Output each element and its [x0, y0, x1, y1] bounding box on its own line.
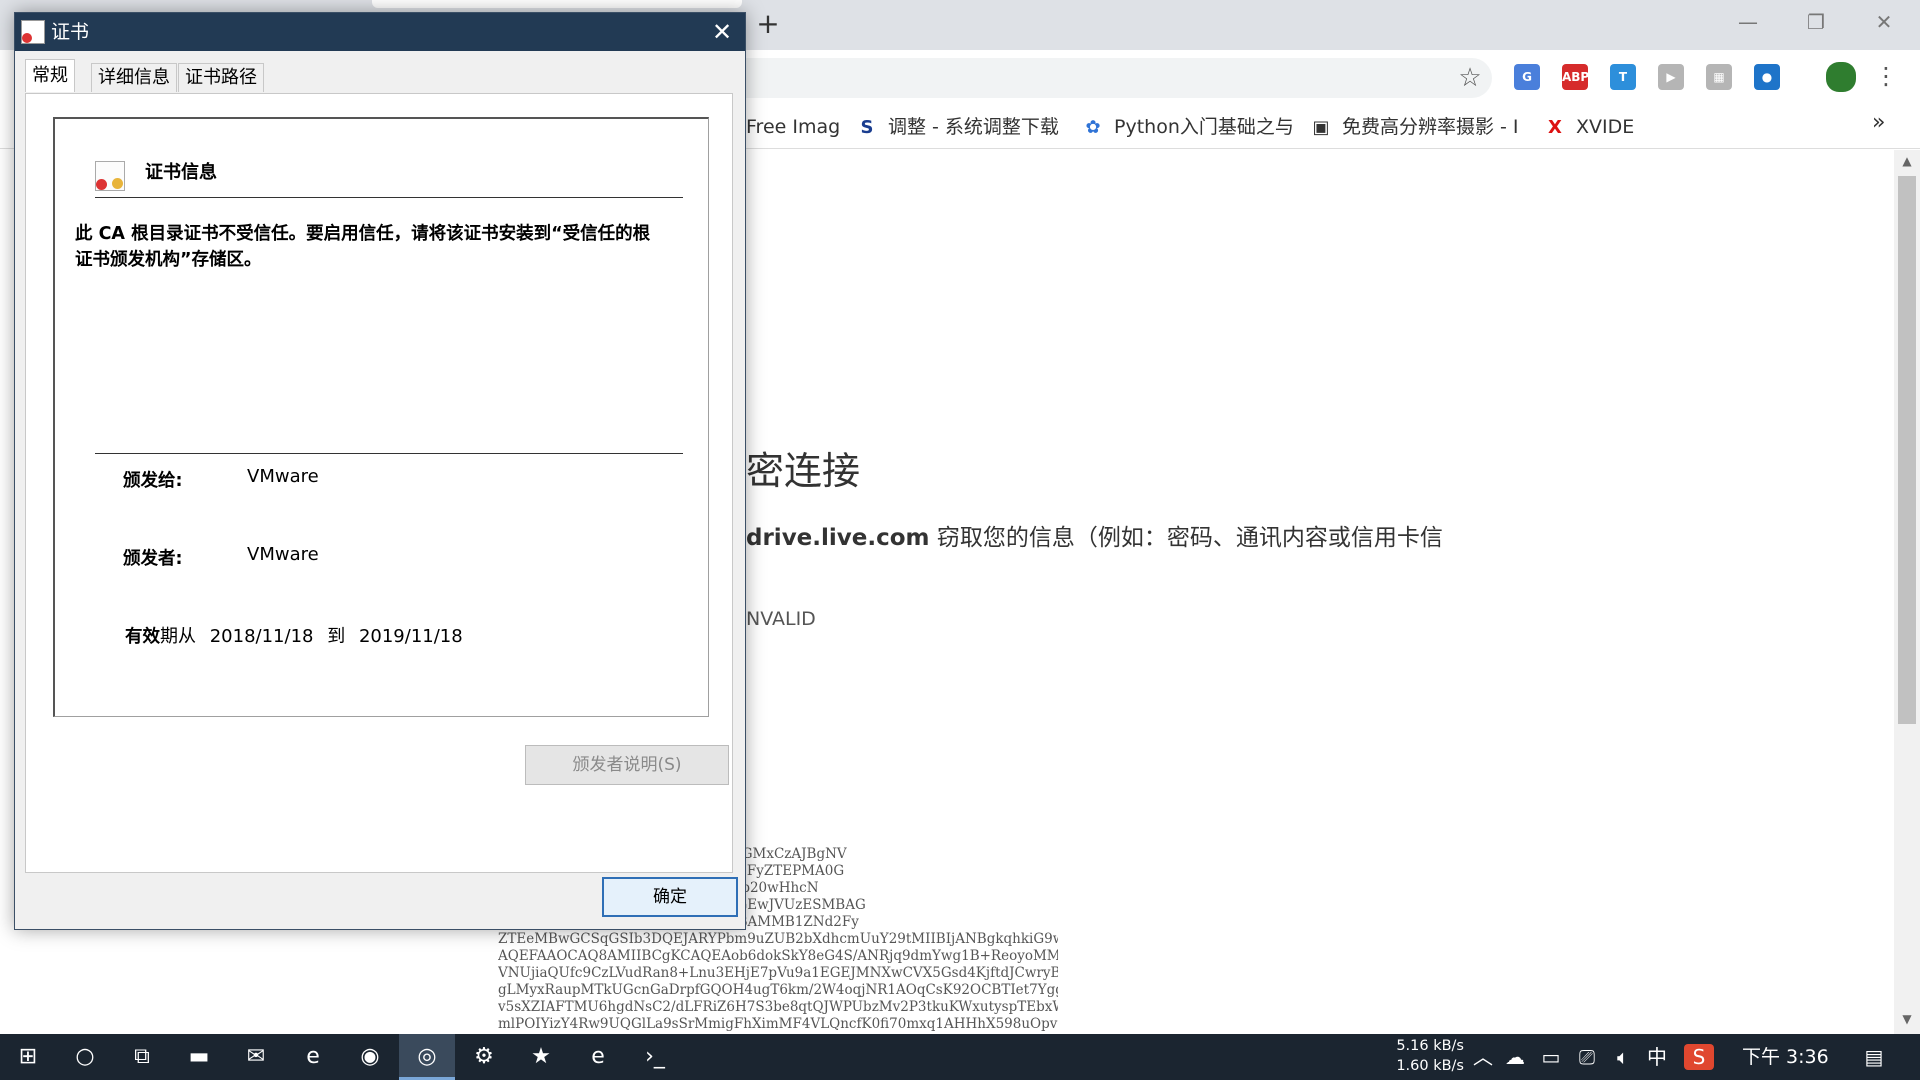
onedrive-icon[interactable]: ☁: [1500, 1034, 1530, 1080]
info-title-divider: [95, 197, 683, 198]
ie-app[interactable]: e: [285, 1034, 341, 1080]
net-down-speed: 1.60 kB/s: [1396, 1058, 1464, 1074]
bookmark-item[interactable]: Free Imag: [746, 112, 840, 142]
certificate-title-icon: [21, 20, 45, 44]
chrome-app[interactable]: ◎: [399, 1034, 455, 1080]
bookmark-favicon-icon: X: [1548, 116, 1562, 138]
valid-to-date: 2019/11/18: [358, 626, 463, 647]
store-app[interactable]: ★: [513, 1034, 569, 1080]
trust-message: 此 CA 根目录证书不受信任。要启用信任，请将该证书安装到“受信任的根证书颁发机…: [75, 224, 651, 270]
cortana-button[interactable]: ○: [57, 1034, 113, 1080]
bookmark-item[interactable]: S 调整 - 系统调整下载: [856, 112, 1059, 142]
page-subtitle-text: 窃取您的信息（例如：密码、通讯内容或信用卡信: [929, 525, 1443, 551]
certificate-dialog: 证书 ✕ 常规 详细信息 证书路径 证书信息 此 CA 根目录证书不受信任。要启…: [14, 12, 746, 930]
issued-to-value: VMware: [247, 466, 319, 487]
minimize-button[interactable]: —: [1718, 4, 1778, 40]
volume-icon[interactable]: 🔈︎: [1608, 1034, 1638, 1080]
battery-icon[interactable]: ▭: [1536, 1034, 1566, 1080]
tray-expand-icon[interactable]: ︿: [1468, 1034, 1498, 1080]
dialog-titlebar[interactable]: [15, 13, 745, 51]
bookmark-star-icon[interactable]: ☆: [1454, 62, 1486, 94]
file-explorer-app[interactable]: ▬: [171, 1034, 227, 1080]
ime-chinese-icon[interactable]: 中: [1642, 1034, 1672, 1080]
bookmark-label: 免费高分辨率摄影 - I: [1342, 116, 1519, 138]
bookmark-favicon-icon: S: [860, 116, 874, 138]
edge-app[interactable]: e: [570, 1034, 626, 1080]
issued-by-label: 颁发者:: [123, 549, 183, 569]
bookmark-favicon-icon: ✿: [1085, 116, 1101, 138]
adblock-plus-icon[interactable]: ABP: [1562, 64, 1589, 90]
powershell-app[interactable]: ›_: [627, 1034, 683, 1080]
error-code[interactable]: NVALID: [746, 608, 816, 630]
valid-to-word: 到: [327, 626, 346, 647]
validity-label-rest: 期从: [160, 626, 196, 647]
certificate-warning-icon: [95, 161, 125, 191]
network-speed-monitor: 5.16 kB/s 1.60 kB/s: [1390, 1036, 1464, 1076]
settings-app[interactable]: ⚙: [456, 1034, 512, 1080]
address-bar[interactable]: [740, 58, 1492, 98]
new-tab-button[interactable]: +: [752, 6, 784, 42]
text-extension-icon[interactable]: T: [1610, 64, 1636, 90]
play-extension-icon[interactable]: ▶: [1658, 64, 1684, 90]
issued-by-value: VMware: [247, 544, 319, 565]
bookmark-label: Python入门基础之与: [1114, 116, 1294, 138]
network-icon[interactable]: ⎚: [1572, 1034, 1602, 1080]
taskbar-clock[interactable]: 下午 3:36: [1742, 1034, 1829, 1080]
bookmark-item[interactable]: ▣ 免费高分辨率摄影 - I: [1310, 112, 1519, 142]
bookmark-label: XVIDE: [1576, 116, 1635, 138]
maximize-button[interactable]: ❐: [1786, 4, 1846, 40]
tab-cert-path[interactable]: 证书路径: [178, 63, 264, 92]
fields-divider: [95, 453, 683, 454]
page-heading: 密连接: [746, 449, 861, 493]
net-up-speed: 5.16 kB/s: [1396, 1038, 1464, 1054]
page-subtitle: drive.live.com 窃取您的信息（例如：密码、通讯内容或信用卡信: [746, 518, 1443, 552]
scroll-up-arrow-icon[interactable]: ▲: [1898, 154, 1916, 172]
tab-general[interactable]: 常规: [25, 59, 75, 92]
firefox-app[interactable]: ◉: [342, 1034, 398, 1080]
start-button[interactable]: ⊞: [0, 1034, 56, 1080]
bulb-extension-icon[interactable]: ●: [1754, 64, 1780, 90]
mail-app[interactable]: ✉: [228, 1034, 284, 1080]
bookmarks-overflow-button[interactable]: »: [1872, 110, 1885, 135]
bookmark-item[interactable]: ✿ Python入门基础之与: [1082, 112, 1294, 142]
tab-details[interactable]: 详细信息: [91, 63, 177, 92]
sogou-ime-icon[interactable]: S: [1684, 1044, 1714, 1070]
dialog-close-icon[interactable]: ✕: [707, 17, 737, 47]
browser-menu-icon[interactable]: ⋮: [1874, 60, 1898, 92]
issued-to-label: 颁发给:: [123, 471, 183, 491]
info-title: 证书信息: [145, 162, 217, 183]
bookmark-label: 调整 - 系统调整下载: [888, 116, 1059, 138]
scroll-down-arrow-icon[interactable]: ▼: [1898, 1012, 1916, 1030]
dialog-title: 证书: [51, 21, 90, 43]
grid-extension-icon[interactable]: ▦: [1706, 64, 1732, 90]
scrollbar-thumb[interactable]: [1898, 176, 1916, 724]
bookmark-label: Free Imag: [746, 116, 841, 138]
translate-extension-icon[interactable]: G: [1514, 64, 1540, 90]
ok-button[interactable]: 确定: [602, 877, 738, 917]
profile-avatar-icon[interactable]: [1826, 62, 1856, 92]
issuer-statement-button[interactable]: 颁发者说明(S): [525, 745, 729, 785]
validity-row: 有效期从 2018/11/18 到 2019/11/18: [125, 622, 463, 648]
browser-active-tab[interactable]: [372, 0, 742, 8]
notification-center-icon[interactable]: ▤: [1854, 1034, 1894, 1080]
valid-from-date: 2018/11/18: [209, 626, 314, 647]
task-view-button[interactable]: ⧉: [114, 1034, 170, 1080]
validity-label-bold: 有效: [125, 627, 160, 647]
bookmark-favicon-icon: ▣: [1312, 116, 1330, 138]
bookmark-item[interactable]: X XVIDE: [1544, 112, 1634, 142]
close-window-button[interactable]: ✕: [1854, 4, 1914, 40]
page-domain: drive.live.com: [746, 525, 930, 551]
